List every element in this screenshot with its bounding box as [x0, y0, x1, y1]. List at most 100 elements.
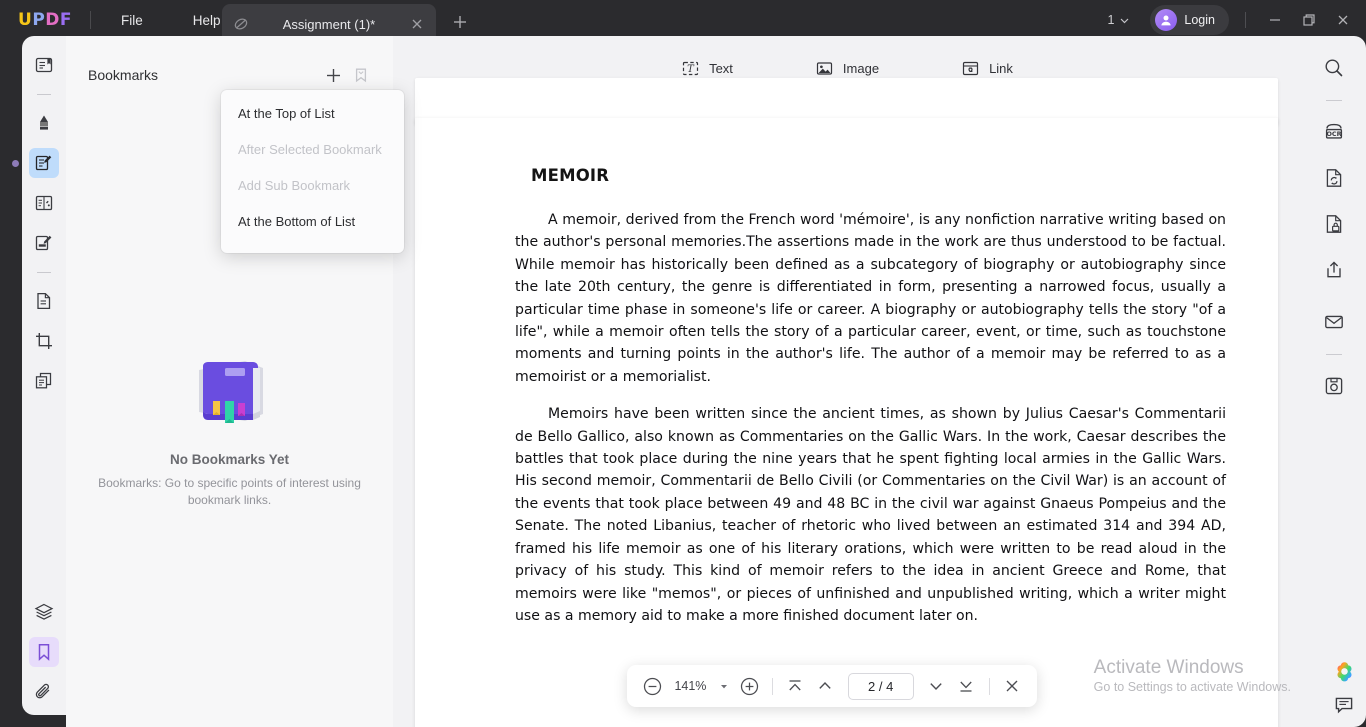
layers-icon [33, 601, 55, 623]
add-bookmark-button[interactable] [319, 61, 347, 89]
sidebar-layers[interactable] [29, 597, 59, 627]
first-page-button[interactable] [782, 672, 808, 700]
bookmarks-empty-title: No Bookmarks Yet [169, 452, 290, 467]
bookmarks-empty-state: No Bookmarks Yet Bookmarks: Go to specif… [66, 354, 393, 509]
last-page-button[interactable] [953, 672, 979, 700]
tool-text[interactable]: T Text [673, 55, 741, 82]
close-navigation-toolbar-button[interactable] [999, 672, 1025, 700]
sidebar-organize-pages-tool[interactable] [29, 286, 59, 316]
zoom-in-icon [739, 676, 760, 697]
next-page-icon [926, 676, 946, 696]
rail-divider [37, 94, 51, 95]
new-tab-button[interactable] [449, 11, 471, 33]
logo-letter-f: F [59, 10, 73, 30]
email-button[interactable] [1318, 306, 1350, 338]
compare-documents-icon [33, 370, 55, 392]
menu-item-at-bottom-of-list[interactable]: At the Bottom of List [221, 203, 404, 239]
toolbar-divider [771, 677, 773, 695]
previous-page-button[interactable] [812, 672, 838, 700]
zoom-level-value[interactable]: 141% [669, 679, 711, 693]
share-button[interactable] [1318, 254, 1350, 286]
ai-assistant-icon [1332, 659, 1357, 684]
right-rail-bottom-actions [1330, 657, 1358, 719]
sidebar-compare-tool[interactable] [29, 366, 59, 396]
toolbar-divider-2 [988, 677, 990, 695]
search-icon [1322, 56, 1346, 80]
panel-collapse-handle[interactable] [8, 152, 23, 174]
caret-down-icon [719, 681, 729, 691]
user-avatar-icon [1155, 9, 1178, 31]
bookmark-outline-icon [352, 66, 370, 84]
close-icon [1002, 676, 1022, 696]
sidebar-markup-tool[interactable] [29, 108, 59, 138]
sidebar-form-tool[interactable] [29, 188, 59, 218]
page-organize-icon [33, 290, 55, 312]
login-button[interactable]: Login [1150, 5, 1229, 35]
comment-bubble-icon [1332, 693, 1356, 717]
purple-book-icon [185, 354, 275, 430]
comment-button[interactable] [1330, 691, 1358, 719]
sidebar-edit-pdf-tool[interactable] [29, 148, 59, 178]
next-page-button[interactable] [923, 672, 949, 700]
titlebar-divider [90, 11, 92, 29]
bookmarks-panel-title: Bookmarks [88, 67, 159, 83]
maximize-button[interactable] [1292, 8, 1326, 32]
sidebar-bookmarks[interactable] [29, 637, 59, 667]
image-tool-icon [815, 59, 834, 78]
edit-pdf-icon [33, 152, 55, 174]
highlighter-icon [33, 112, 55, 134]
tool-image[interactable]: Image [807, 55, 887, 82]
protect-button[interactable] [1318, 208, 1350, 240]
document-count-dropdown[interactable]: 1 [1101, 9, 1136, 31]
sidebar-crop-tool[interactable] [29, 326, 59, 356]
menu-item-at-top-of-list[interactable]: At the Top of List [221, 95, 404, 131]
logo-letter-d: D [45, 10, 60, 30]
text-tool-icon: T [681, 59, 700, 78]
bookmarks-empty-subtitle: Bookmarks: Go to specific points of inte… [98, 476, 361, 507]
convert-button[interactable] [1318, 162, 1350, 194]
link-tool-icon [961, 59, 980, 78]
ocr-button[interactable]: OCR [1318, 116, 1350, 148]
page-navigation-toolbar: 141% 2 / 4 [627, 665, 1037, 707]
search-button[interactable] [1318, 52, 1350, 84]
right-toolbar: OCR [1301, 36, 1366, 727]
page-indicator-value: 2 / 4 [868, 678, 894, 694]
updf-doc-icon [232, 15, 250, 33]
crop-icon [33, 330, 55, 352]
zoom-preset-dropdown[interactable] [715, 672, 732, 700]
tool-link-label: Link [989, 60, 1013, 76]
menu-item-add-sub-bookmark: Add Sub Bookmark [238, 177, 351, 193]
pdf-page[interactable]: MEMOIR A memoir, derived from the French… [415, 118, 1278, 727]
tool-link[interactable]: Link [953, 55, 1021, 82]
svg-text:T: T [687, 64, 695, 75]
share-upload-icon [1322, 258, 1346, 282]
save-button[interactable] [1318, 370, 1350, 402]
page-number-input[interactable]: 2 / 4 [847, 672, 914, 700]
close-window-button[interactable] [1326, 8, 1360, 32]
sidebar-sign-tool[interactable] [29, 228, 59, 258]
login-label: Login [1184, 13, 1215, 27]
sidebar-reader-tool[interactable] [29, 50, 59, 80]
ai-assistant-button[interactable] [1330, 657, 1358, 685]
zoom-out-button[interactable] [639, 672, 665, 700]
minimize-button[interactable] [1258, 8, 1292, 32]
edit-toolbar: T Text Image Link [393, 48, 1301, 88]
reader-mode-icon [33, 54, 55, 76]
document-paragraph: A memoir, derived from the French word '… [515, 212, 1226, 385]
ocr-icon: OCR [1322, 120, 1346, 144]
menu-file[interactable]: File [107, 7, 157, 34]
bookmark-options-button[interactable] [347, 61, 375, 89]
document-count-value: 1 [1107, 13, 1115, 27]
zoom-in-button[interactable] [736, 672, 762, 700]
close-icon[interactable] [408, 15, 426, 33]
tab-title: Assignment (1)* [282, 16, 376, 32]
window-controls-divider [1245, 12, 1246, 28]
zoom-out-icon [642, 676, 663, 697]
document-viewer: T Text Image Link MEMOIR A memoir, deriv… [393, 36, 1301, 727]
bookmarks-panel-header: Bookmarks [66, 58, 393, 92]
form-field-icon [33, 192, 55, 214]
sidebar-attachments[interactable] [29, 677, 59, 707]
protect-lock-icon [1322, 212, 1346, 236]
panel-collapse-handle-icon [12, 159, 19, 167]
last-page-icon [956, 676, 976, 696]
